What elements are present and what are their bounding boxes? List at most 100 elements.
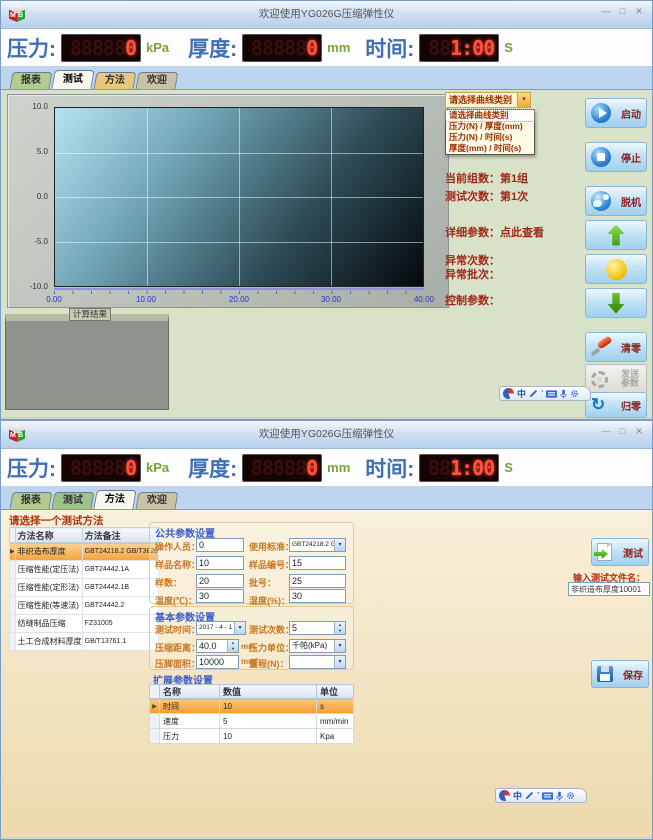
common-params-group: 公共参数设置 操作人员： 使用标准： GBT24218.2 GB, 样品名称： … <box>149 522 354 604</box>
ext-unit-cell: s <box>317 699 354 714</box>
tab-welcome[interactable]: 欢迎 <box>136 492 179 509</box>
dropdown-option-thickness-time[interactable]: 厚度(mm) / 时间(s) <box>446 143 534 154</box>
test-times-label: 测试次数： <box>249 623 294 636</box>
offline-button[interactable]: 脱机 <box>585 186 647 216</box>
clear-button[interactable]: 清零 <box>585 332 647 362</box>
method-row[interactable]: 压缩性能(等速法) GBT24442.2 <box>10 597 159 615</box>
method-row[interactable]: 土工合成材料厚度 GB/T13761.1 <box>10 633 159 651</box>
method-remark-cell: GBT24442.1A <box>82 561 159 579</box>
window-test-page: M B 欢迎使用YG026G压缩弹性仪 — □ ✕ 压力: 888888 0 k… <box>0 0 653 420</box>
chevron-down-icon[interactable] <box>334 656 345 668</box>
ext-name-cell: 压力 <box>160 729 220 744</box>
range-select[interactable] <box>289 655 346 669</box>
chevron-down-icon[interactable] <box>334 539 345 551</box>
humidity-field[interactable] <box>289 589 346 603</box>
minimize-button[interactable]: — <box>599 426 613 436</box>
tab-method[interactable]: 方法 <box>93 490 136 509</box>
method-row-selected[interactable]: ▶ 非织造布厚度 GBT24218.2 GB/T3820 <box>10 543 159 561</box>
title-bar[interactable]: M B 欢迎使用YG026G压缩弹性仪 — □ ✕ <box>1 421 652 449</box>
sample-name-label: 样品名称： <box>155 558 200 571</box>
batch-field[interactable] <box>289 574 346 588</box>
ime-toolbar[interactable]: 中 ’ <box>495 788 587 803</box>
sample-no-field[interactable] <box>289 556 346 570</box>
tab-welcome[interactable]: 欢迎 <box>136 72 179 89</box>
tab-report[interactable]: 报表 <box>10 72 53 89</box>
temperature-field[interactable] <box>196 589 244 603</box>
foot-area-field[interactable] <box>196 655 239 669</box>
pressure-unit-select[interactable]: 千帕(kPa) <box>289 639 346 653</box>
test-times-stepper[interactable]: 5 <box>289 621 346 635</box>
close-button[interactable]: ✕ <box>632 6 646 17</box>
curve-type-select[interactable]: 请选择曲线类别 <box>445 92 531 108</box>
tab-test[interactable]: 测试 <box>51 70 94 89</box>
sample-count-field[interactable] <box>196 574 244 588</box>
ime-language-icon[interactable]: 中 <box>513 789 522 802</box>
zero-button[interactable]: ↻ 归零 <box>585 392 647 418</box>
window-controls: — □ ✕ <box>599 426 646 437</box>
settings-gear-icon[interactable] <box>566 791 575 800</box>
ext-row[interactable]: 压力 10 Kpa <box>150 729 354 744</box>
punctuation-icon[interactable]: ’ <box>537 791 539 800</box>
close-button[interactable]: ✕ <box>632 426 646 437</box>
ime-logo-icon[interactable] <box>503 388 514 399</box>
ime-language-icon[interactable]: 中 <box>517 387 526 400</box>
settings-gear-icon[interactable] <box>570 389 579 398</box>
start-button[interactable]: 启动 <box>585 98 647 128</box>
test-time-select[interactable]: 2017 - 4 - 1 <box>196 621 246 635</box>
spinner-arrows-icon[interactable] <box>334 622 345 634</box>
maximize-button[interactable]: □ <box>615 6 629 16</box>
up-button[interactable] <box>585 220 647 250</box>
ime-logo-icon[interactable] <box>499 790 510 801</box>
punctuation-icon[interactable]: ’ <box>541 389 543 398</box>
method-row[interactable]: 压缩性能(定压法) GBT24442.1A <box>10 561 159 579</box>
tab-method[interactable]: 方法 <box>94 72 137 89</box>
pressure-unit: kPa <box>146 40 169 55</box>
compress-distance-value: 40.0 <box>197 640 227 652</box>
stop-button[interactable]: 停止 <box>585 142 647 172</box>
filename-input[interactable] <box>568 582 650 596</box>
minimize-button[interactable]: — <box>599 6 613 16</box>
run-test-button[interactable]: 测试 <box>591 538 649 566</box>
chevron-down-icon[interactable] <box>517 93 530 107</box>
title-bar[interactable]: M B 欢迎使用YG026G压缩弹性仪 — □ ✕ <box>1 1 652 29</box>
tab-test[interactable]: 测试 <box>52 492 95 509</box>
send-params-button[interactable]: 发送参数 <box>585 364 647 394</box>
down-button[interactable] <box>585 288 647 318</box>
dropdown-option-placeholder[interactable]: 请选择曲线类别 <box>446 110 534 121</box>
run-test-button-label: 测试 <box>623 545 643 560</box>
save-button[interactable]: 保存 <box>591 660 649 688</box>
ime-toolbar[interactable]: 中 ’ <box>499 386 591 401</box>
spinner-arrows-icon[interactable] <box>227 640 238 652</box>
ext-row-selected[interactable]: ▶ 时间 10 s <box>150 699 354 714</box>
standard-select[interactable]: GBT24218.2 GB, <box>289 538 346 552</box>
keyboard-icon[interactable] <box>546 390 557 398</box>
pressure-value: 0 <box>125 456 136 480</box>
gear-icon <box>591 371 608 388</box>
time-unit: S <box>504 40 513 55</box>
detail-params-link[interactable]: 详细参数：点此查看 <box>445 224 544 240</box>
maximize-button[interactable]: □ <box>615 426 629 436</box>
chevron-down-icon[interactable] <box>334 640 345 652</box>
sample-name-field[interactable] <box>196 556 244 570</box>
down-arrow-icon <box>608 293 625 314</box>
indicator-button[interactable] <box>585 254 647 284</box>
ext-name-cell: 速度 <box>160 714 220 729</box>
tab-report[interactable]: 报表 <box>10 492 53 509</box>
microphone-icon[interactable] <box>560 389 567 399</box>
pen-icon[interactable] <box>529 389 538 398</box>
compress-distance-stepper[interactable]: 40.0 <box>196 639 239 653</box>
keyboard-icon[interactable] <box>542 792 553 800</box>
result-box-label: 计算结果 <box>69 308 111 321</box>
pen-icon[interactable] <box>525 791 534 800</box>
ext-row[interactable]: 速度 5 mm/min <box>150 714 354 729</box>
x-axis <box>54 288 424 290</box>
method-row[interactable]: 纺缝制品压缩 FZ31005 <box>10 615 159 633</box>
microphone-icon[interactable] <box>556 791 563 801</box>
dropdown-option-pressure-time[interactable]: 压力(N) / 时间(s) <box>446 132 534 143</box>
operator-field[interactable] <box>196 538 244 552</box>
screwdriver-icon <box>591 337 613 357</box>
control-params-status: 控制参数： <box>445 292 500 308</box>
method-row[interactable]: 压缩性能(定形法) GBT24442.1B <box>10 579 159 597</box>
chevron-down-icon[interactable] <box>234 622 245 634</box>
dropdown-option-pressure-thickness[interactable]: 压力(N) / 厚度(mm) <box>446 121 534 132</box>
